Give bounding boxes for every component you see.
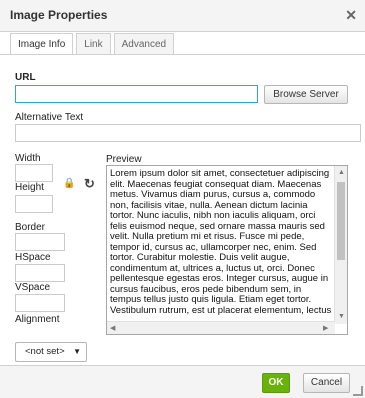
vspace-label: VSpace xyxy=(15,282,51,293)
hspace-input[interactable] xyxy=(15,264,65,282)
reset-size-icon[interactable]: ↻ xyxy=(84,176,95,192)
ok-button[interactable]: OK xyxy=(262,373,290,393)
tab-image-info[interactable]: Image Info xyxy=(10,33,74,55)
dialog-footer: OK Cancel xyxy=(0,365,365,398)
browse-server-button[interactable]: Browse Server xyxy=(264,85,348,104)
alternative-text-input[interactable] xyxy=(15,124,361,142)
alignment-select[interactable]: <not set> ▼ xyxy=(15,342,87,362)
width-label: Width xyxy=(15,153,41,164)
preview-vertical-scrollbar[interactable]: ▲ ▼ xyxy=(334,166,347,324)
scroll-right-icon[interactable]: ▶ xyxy=(323,324,328,332)
border-label: Border xyxy=(15,222,46,233)
scroll-down-icon[interactable]: ▼ xyxy=(338,313,345,320)
alternative-text-label: Alternative Text xyxy=(15,112,84,123)
height-input[interactable] xyxy=(15,195,53,213)
url-input[interactable] xyxy=(15,85,258,103)
preview-label: Preview xyxy=(106,154,142,165)
dialog-titlebar[interactable]: Image Properties ✕ xyxy=(0,0,365,32)
resize-handle-icon[interactable] xyxy=(353,386,363,396)
url-label: URL xyxy=(15,72,36,83)
close-icon[interactable]: ✕ xyxy=(345,7,357,24)
vertical-scroll-thumb[interactable] xyxy=(337,182,345,260)
vspace-input[interactable] xyxy=(15,294,65,312)
tab-advanced[interactable]: Advanced xyxy=(113,33,175,54)
dialog-title: Image Properties xyxy=(10,8,108,22)
tab-link[interactable]: Link xyxy=(76,33,111,54)
hspace-label: HSpace xyxy=(15,252,51,263)
border-input[interactable] xyxy=(15,233,65,251)
height-label: Height xyxy=(15,182,44,193)
preview-box[interactable]: Lorem ipsum dolor sit amet, consectetuer… xyxy=(106,165,348,335)
preview-text: Lorem ipsum dolor sit amet, consectetuer… xyxy=(110,168,332,316)
lock-ratio-icon[interactable]: 🔒 xyxy=(63,178,75,189)
image-properties-dialog: Image Properties ✕ Image Info Link Advan… xyxy=(0,0,365,398)
scroll-up-icon[interactable]: ▲ xyxy=(338,169,345,176)
preview-horizontal-scrollbar[interactable]: ◀ ▶ xyxy=(107,321,335,334)
tab-bar: Image Info Link Advanced xyxy=(10,33,177,55)
cancel-button[interactable]: Cancel xyxy=(303,373,350,393)
width-input[interactable] xyxy=(15,164,53,182)
chevron-down-icon: ▼ xyxy=(73,347,81,356)
alignment-label: Alignment xyxy=(15,314,60,325)
scroll-left-icon[interactable]: ◀ xyxy=(110,324,115,332)
alignment-selected-value: <not set> xyxy=(25,346,65,357)
